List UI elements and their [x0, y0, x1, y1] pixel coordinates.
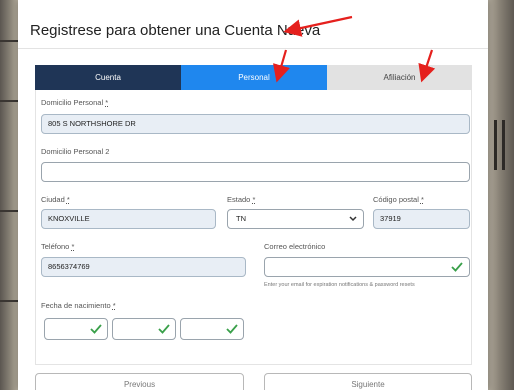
red-arrow-annotation	[273, 15, 436, 83]
arrow-to-title	[283, 15, 353, 37]
arrow-to-afiliacion-tab	[418, 49, 436, 83]
arrow-to-personal-tab	[273, 49, 290, 83]
